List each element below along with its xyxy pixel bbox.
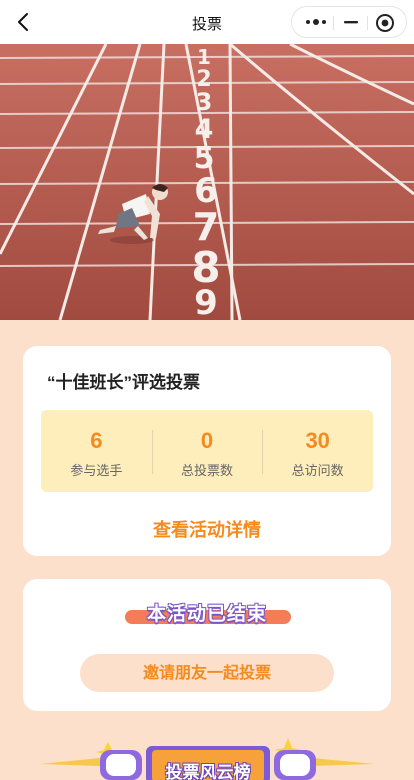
nav-bar: 投票	[0, 0, 414, 44]
hero-image: 1 2 3 4 5 6 7 8 9	[0, 44, 414, 320]
mini-program-capsule	[291, 6, 407, 38]
target-close-icon[interactable]	[375, 13, 395, 33]
stat-participants: 6 参与选手	[41, 410, 152, 492]
event-title: “十佳班长”评选投票	[47, 373, 200, 392]
capsule-divider	[367, 16, 368, 30]
invite-friends-button[interactable]: 邀请朋友一起投票	[80, 654, 334, 692]
stat-divider	[262, 430, 264, 474]
stats-panel: 6 参与选手 0 总投票数 30 总访问数	[41, 410, 373, 492]
leaderboard-title[interactable]: 投票风云榜	[154, 758, 262, 780]
stat-value: 0	[200, 428, 214, 453]
stat-total-votes: 0 总投票数	[151, 410, 263, 492]
stat-label: 总投票数	[181, 464, 234, 479]
stat-label: 总访问数	[291, 464, 344, 479]
lane-number: 1	[197, 45, 211, 69]
lane-number: 9	[194, 283, 218, 320]
stat-total-visits: 30 总访问数	[262, 410, 373, 492]
minimize-icon[interactable]	[344, 15, 358, 29]
capsule-divider	[333, 16, 334, 30]
stat-value: 30	[305, 428, 330, 453]
stat-value: 6	[90, 428, 103, 453]
view-details-link[interactable]: 查看活动详情	[23, 516, 391, 542]
stat-label: 参与选手	[70, 464, 123, 479]
status-card: 本活动已结束 邀请朋友一起投票	[23, 579, 391, 711]
ended-status-text: 本活动已结束	[146, 603, 267, 625]
stat-divider	[151, 430, 153, 474]
leaderboard-banner[interactable]: 投票风云榜	[0, 728, 414, 780]
event-card: “十佳班长”评选投票 6 参与选手 0 总投票数 30 总访问数 查看活动详情	[23, 346, 391, 556]
more-dots-icon[interactable]	[305, 15, 327, 29]
lane-number: 3	[196, 88, 213, 116]
